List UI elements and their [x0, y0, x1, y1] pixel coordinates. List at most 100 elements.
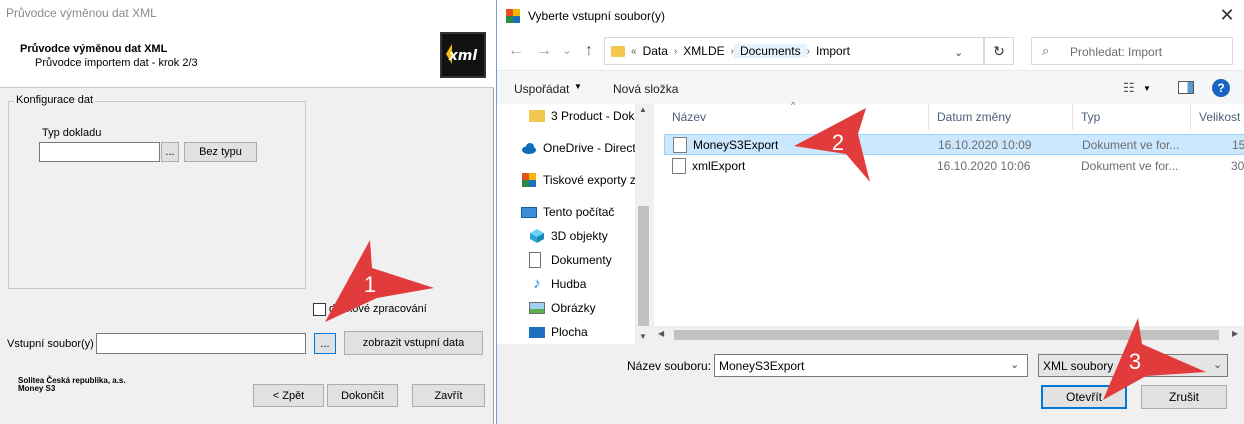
- nav-item-3d-objects[interactable]: 3D objekty: [529, 225, 647, 247]
- file-list-hscrollbar-thumb[interactable]: [674, 330, 1219, 340]
- nav-item-label: Plocha: [551, 325, 588, 339]
- scroll-left-icon[interactable]: ◀: [658, 329, 664, 338]
- dialog-app-icon: [505, 8, 521, 24]
- address-bar[interactable]: « Data › XMLDE › Documents › Import: [604, 37, 984, 65]
- nav-item-this-pc[interactable]: Tento počítač: [521, 201, 639, 223]
- nav-item-onedrive[interactable]: OneDrive - Direct: [521, 137, 639, 159]
- close-button[interactable]: Zavřít: [412, 384, 485, 407]
- column-header-size[interactable]: Velikost: [1191, 104, 1244, 130]
- cloud-icon: [521, 140, 537, 156]
- file-icon: [673, 137, 693, 156]
- finish-button[interactable]: Dokončit: [327, 384, 398, 407]
- file-type-filter[interactable]: XML soubory: [1038, 354, 1228, 377]
- breadcrumb-data[interactable]: Data: [637, 44, 674, 58]
- doc-type-input[interactable]: [39, 142, 160, 162]
- address-dropdown-icon[interactable]: ⌄: [954, 46, 963, 59]
- input-file-field[interactable]: [96, 333, 306, 354]
- logo-text: xml: [448, 48, 478, 64]
- file-type: Dokument ve for...: [1081, 159, 1179, 173]
- nav-item-product-docs[interactable]: 3 Product - Dokumenty: [529, 105, 647, 127]
- nav-item-label: Obrázky: [551, 301, 596, 315]
- new-folder-button[interactable]: Nová složka: [613, 82, 678, 96]
- config-group-label: Konfigurace dat: [14, 94, 96, 106]
- file-size: 30: [1231, 159, 1244, 173]
- show-input-data-button[interactable]: zobrazit vstupní data: [344, 331, 483, 355]
- search-icon: ⌕: [1042, 43, 1050, 58]
- file-list-pane: Název ^ Datum změny Typ Velikost MoneyS3…: [654, 100, 1244, 344]
- dialog-titlebar: Vyberte vstupní soubor(y) ✕: [497, 0, 1244, 32]
- column-header-date[interactable]: Datum změny: [929, 104, 1073, 130]
- navigation-pane: 3 Product - Dokumenty OneDrive - Direct …: [497, 104, 652, 344]
- wizard-titlebar: Průvodce výměnou dat XML: [0, 0, 494, 26]
- forward-arrow-icon[interactable]: →: [534, 41, 554, 61]
- nav-item-label: Tento počítač: [543, 205, 615, 219]
- back-arrow-icon[interactable]: ←: [506, 41, 526, 61]
- nav-scrollbar-thumb[interactable]: [638, 206, 649, 326]
- filename-label: Název souboru:: [627, 359, 712, 373]
- product-name: Money S3: [18, 384, 56, 393]
- file-type: Dokument ve for...: [1082, 138, 1180, 152]
- breadcrumb-documents[interactable]: Documents: [733, 44, 807, 58]
- app-icon: [521, 172, 537, 188]
- picture-icon: [529, 302, 545, 314]
- scroll-right-icon[interactable]: ▶: [1232, 329, 1238, 338]
- filename-value: MoneyS3Export: [719, 358, 805, 373]
- scroll-down-icon[interactable]: ▼: [639, 332, 647, 341]
- sort-ascending-icon: ^: [791, 100, 796, 110]
- breadcrumb-import[interactable]: Import: [810, 44, 856, 58]
- scroll-up-icon[interactable]: ▲: [639, 105, 647, 114]
- chevron-down-icon[interactable]: ▼: [1143, 84, 1151, 93]
- open-button[interactable]: Otevřít: [1041, 385, 1127, 409]
- wizard-header-title: Průvodce výměnou dat XML: [20, 43, 168, 55]
- dialog-title: Vyberte vstupní soubor(y): [528, 9, 665, 23]
- file-icon: [672, 158, 692, 177]
- search-placeholder: Prohledat: Import: [1070, 45, 1163, 59]
- nav-item-desktop[interactable]: Plocha: [529, 321, 647, 343]
- recent-dropdown-icon[interactable]: ⌄: [557, 41, 577, 61]
- chevron-down-icon[interactable]: ⌄: [1010, 358, 1019, 371]
- view-options-icon[interactable]: ☷: [1123, 80, 1135, 96]
- input-file-browse-button[interactable]: ...: [314, 333, 336, 354]
- file-date: 16.10.2020 10:09: [938, 138, 1032, 152]
- nav-item-pictures[interactable]: Obrázky: [529, 297, 647, 319]
- back-button[interactable]: < Zpět: [253, 384, 324, 407]
- refresh-icon[interactable]: ↻: [984, 37, 1014, 65]
- open-file-dialog: Vyberte vstupní soubor(y) ✕ ← → ⌄ ↑ « Da…: [496, 0, 1244, 424]
- file-row[interactable]: MoneyS3Export 16.10.2020 10:09 Dokument …: [664, 134, 1244, 155]
- nav-item-label: OneDrive - Direct: [543, 141, 636, 155]
- nav-item-label: Hudba: [551, 277, 587, 291]
- dialog-bottom-panel: Název souboru: MoneyS3Export ⌄ XML soubo…: [497, 344, 1244, 424]
- folder-icon: [611, 45, 625, 57]
- chevron-down-icon[interactable]: ▼: [574, 82, 582, 91]
- dialog-toolbar: Uspořádat ▼ Nová složka ☷ ▼ ?: [497, 70, 1244, 104]
- search-box[interactable]: ⌕ Prohledat: Import: [1031, 37, 1233, 65]
- file-row[interactable]: xmlExport 16.10.2020 10:06 Dokument ve f…: [664, 156, 1244, 177]
- music-icon: ♪: [533, 275, 541, 292]
- cancel-button[interactable]: Zrušit: [1141, 385, 1227, 409]
- nav-item-label: Dokumenty: [551, 253, 612, 267]
- file-name: MoneyS3Export: [693, 138, 779, 152]
- organize-menu[interactable]: Uspořádat: [514, 82, 569, 96]
- nav-item-label: 3 Product - Dokumenty: [551, 109, 647, 123]
- nav-item-music[interactable]: ♪ Hudba: [529, 273, 647, 295]
- desktop-icon: [529, 326, 545, 338]
- computer-icon: [521, 206, 537, 218]
- nav-item-documents[interactable]: Dokumenty: [529, 249, 647, 271]
- no-type-button[interactable]: Bez typu: [184, 142, 257, 162]
- cube-icon: [529, 228, 545, 244]
- preview-pane-icon[interactable]: [1178, 81, 1194, 94]
- batch-processing-checkbox[interactable]: [313, 303, 326, 316]
- filename-input[interactable]: MoneyS3Export: [714, 354, 1028, 377]
- nav-item-print-exports[interactable]: Tiskové exporty z: [521, 169, 639, 191]
- column-header-name[interactable]: Název: [664, 104, 929, 130]
- nav-item-label: Tiskové exporty z: [543, 173, 636, 187]
- chevron-down-icon[interactable]: ⌄: [1213, 358, 1222, 371]
- column-header-type[interactable]: Typ: [1073, 104, 1191, 130]
- close-icon[interactable]: ✕: [1217, 5, 1237, 25]
- wizard-window-title: Průvodce výměnou dat XML: [6, 6, 157, 20]
- xml-wizard-window: Průvodce výměnou dat XML Průvodce výměno…: [0, 0, 494, 424]
- doc-type-browse-button[interactable]: ...: [161, 142, 179, 162]
- up-arrow-icon[interactable]: ↑: [579, 41, 599, 61]
- help-icon[interactable]: ?: [1212, 79, 1230, 97]
- breadcrumb-xmlde[interactable]: XMLDE: [677, 44, 730, 58]
